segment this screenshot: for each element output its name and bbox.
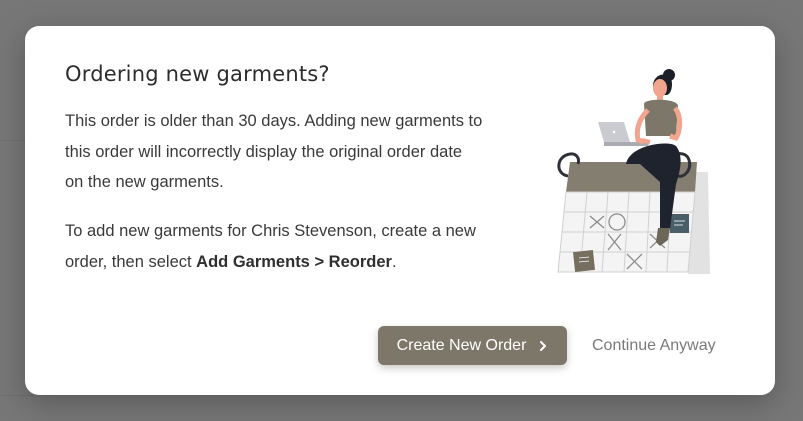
ordering-garments-dialog: Ordering new garments? This order is old… bbox=[25, 26, 775, 395]
create-new-order-button[interactable]: Create New Order bbox=[378, 326, 567, 365]
create-new-order-label: Create New Order bbox=[396, 336, 527, 354]
background-divider bbox=[0, 395, 200, 396]
dialog-message-instructions: To add new garments for Chris Stevenson,… bbox=[65, 216, 485, 277]
background-divider bbox=[0, 140, 25, 141]
calendar-sticky-note bbox=[670, 214, 689, 233]
chevron-right-icon bbox=[538, 340, 548, 352]
dialog-title: Ordering new garments? bbox=[65, 62, 330, 86]
woman-shirt bbox=[644, 99, 678, 136]
woman-face bbox=[653, 79, 667, 97]
reorder-path-text: Add Garments > Reorder bbox=[196, 252, 392, 271]
dialog-message-age-warning: This order is older than 30 days. Adding… bbox=[65, 112, 483, 191]
continue-anyway-button[interactable]: Continue Anyway bbox=[587, 326, 721, 365]
woman-on-calendar-illustration bbox=[557, 69, 710, 274]
calendar-sticky-note bbox=[573, 250, 595, 272]
instructions-suffix: . bbox=[391, 252, 397, 271]
laptop-hand bbox=[641, 138, 651, 144]
